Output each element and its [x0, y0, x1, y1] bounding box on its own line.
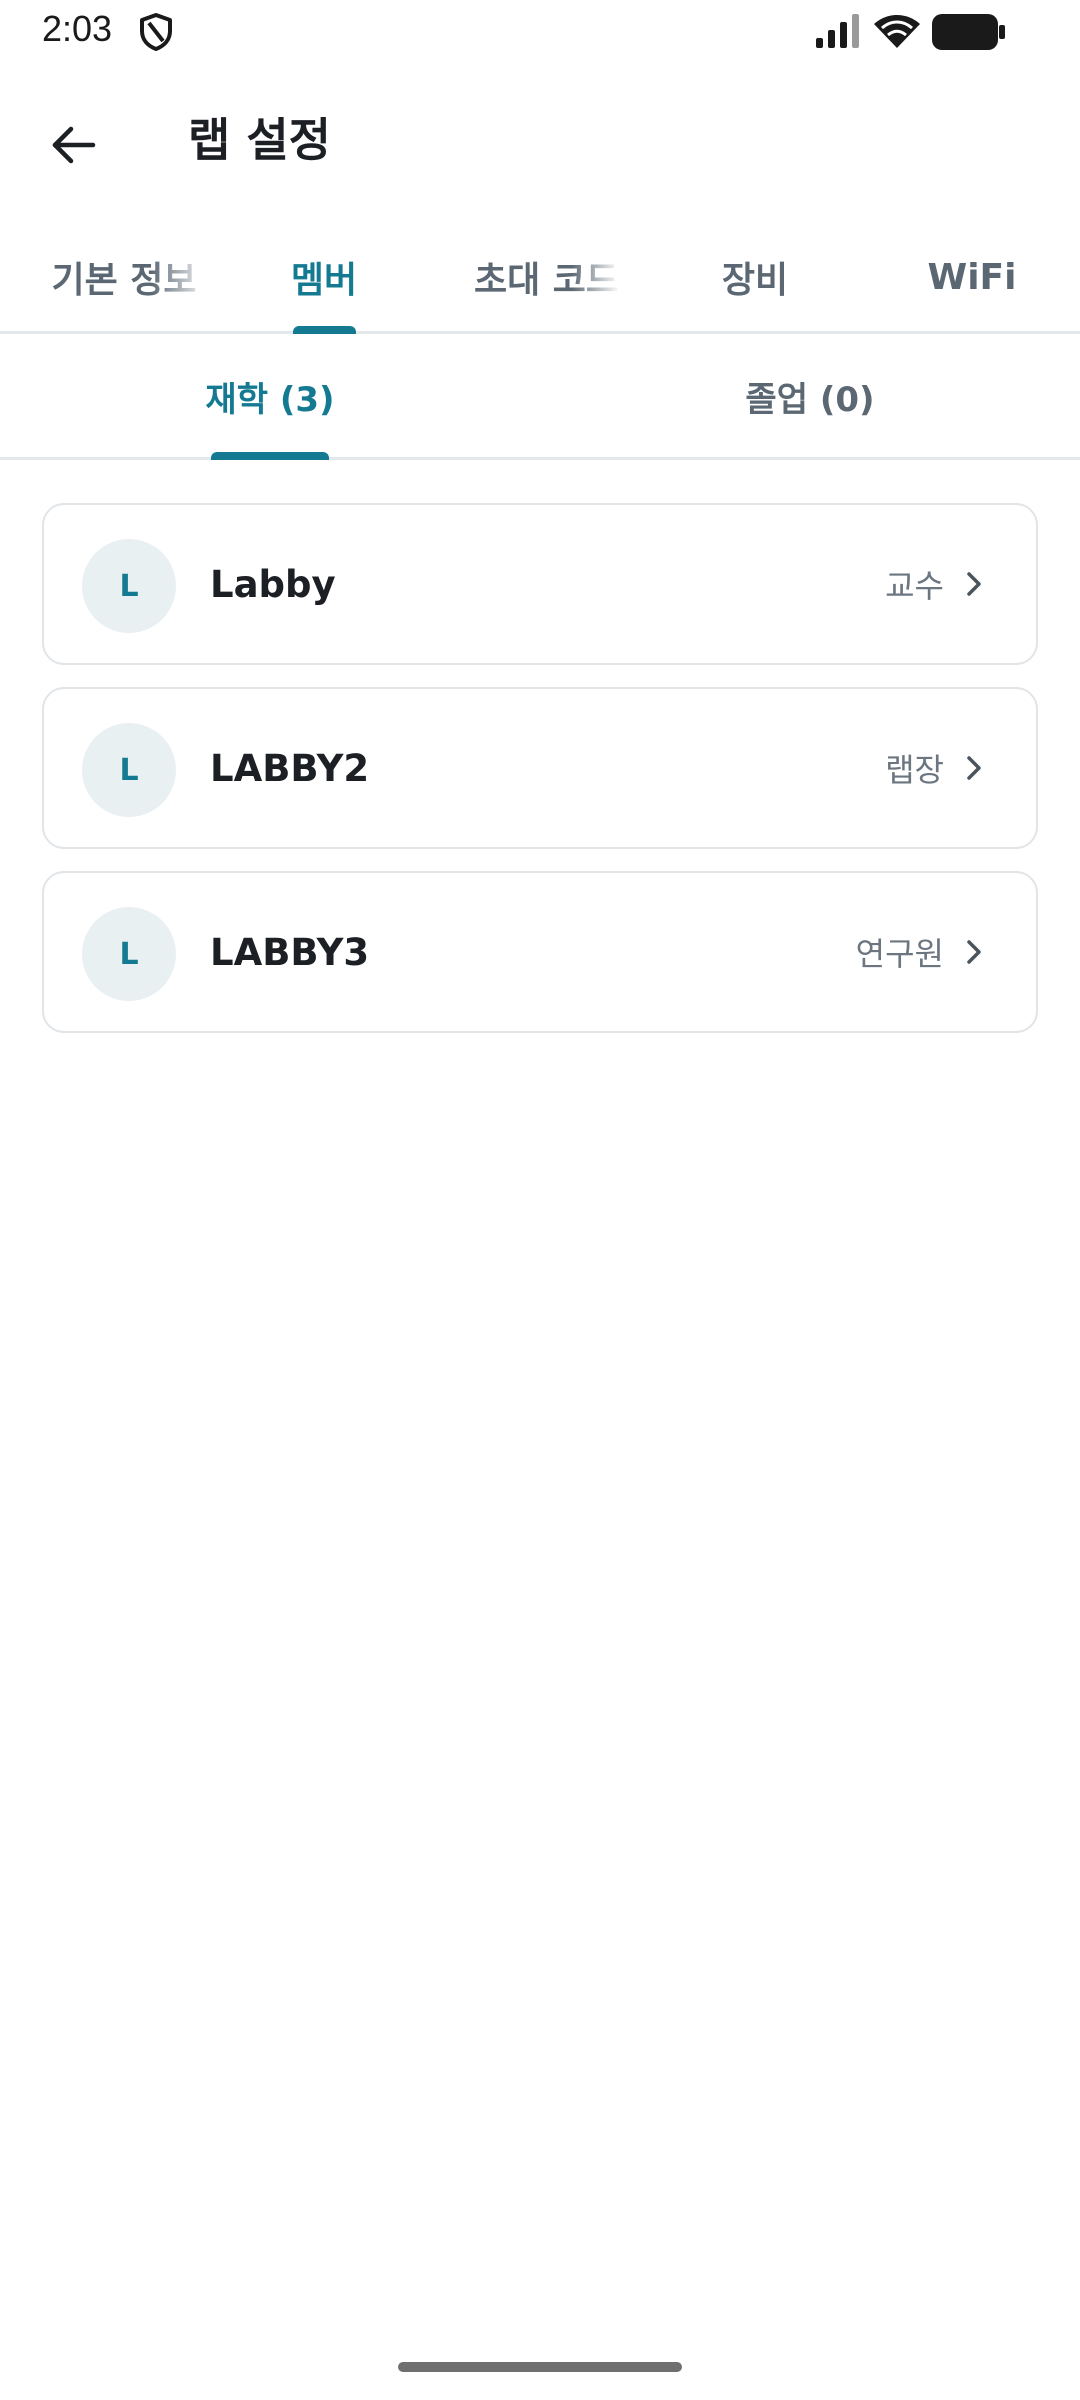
active-tab-indicator	[293, 326, 356, 334]
status-time: 2:03	[42, 8, 113, 49]
chevron-right-icon	[967, 756, 981, 780]
tab-invite-code[interactable]: 초대 코드	[446, 222, 620, 332]
member-card[interactable]: L LABBY2 랩장	[42, 687, 1038, 849]
member-card[interactable]: L LABBY3 연구원	[42, 871, 1038, 1033]
member-role: 교수	[885, 567, 944, 605]
tab-graduated[interactable]: 졸업 (0)	[540, 334, 1080, 458]
tab-label: WiFi	[927, 256, 1017, 298]
shield-icon	[140, 13, 172, 51]
tab-label: 기본 정보	[51, 260, 197, 301]
app-bar: 랩 설정	[0, 80, 1080, 190]
page-title: 랩 설정	[188, 113, 331, 167]
member-name: LABBY3	[210, 930, 370, 974]
tab-label: 장비	[721, 260, 789, 301]
avatar: L	[82, 723, 176, 817]
tab-members[interactable]: 멤버	[256, 222, 392, 332]
member-role: 랩장	[885, 751, 944, 789]
member-name: LABBY2	[210, 746, 370, 790]
avatar: L	[82, 539, 176, 633]
active-subtab-indicator	[211, 452, 329, 460]
signal-icon	[816, 14, 859, 48]
tab-label: 재학 (3)	[205, 379, 335, 420]
wifi-icon	[874, 15, 920, 48]
tab-label: 졸업 (0)	[745, 379, 875, 420]
tab-enrolled[interactable]: 재학 (3)	[0, 334, 540, 458]
sub-tab-bar: 재학 (3) 졸업 (0)	[0, 334, 1080, 460]
avatar: L	[82, 907, 176, 1001]
lab-settings-screen: 2:03 랩 설정 기본 정보 멤버 초대 코드 장비 WiFi 재학 (3) …	[0, 0, 1080, 2400]
chevron-right-icon	[967, 940, 981, 964]
tab-basic-info[interactable]: 기본 정보	[0, 222, 210, 332]
member-list: L Labby 교수 L LABBY2 랩장 L LABBY3 연구원	[42, 503, 1038, 1055]
tab-label: 멤버	[290, 260, 358, 301]
battery-icon	[932, 14, 1005, 50]
tab-label: 초대 코드	[474, 260, 620, 301]
member-card[interactable]: L Labby 교수	[42, 503, 1038, 665]
status-bar: 2:03	[0, 0, 1080, 64]
top-tab-bar: 기본 정보 멤버 초대 코드 장비 WiFi	[0, 222, 1080, 334]
member-role: 연구원	[855, 935, 944, 973]
tab-equipment[interactable]: 장비	[680, 222, 830, 332]
member-name: Labby	[210, 562, 336, 606]
arrow-left-icon	[52, 126, 96, 164]
tab-wifi[interactable]: WiFi	[900, 222, 1044, 332]
back-button[interactable]	[30, 102, 116, 188]
chevron-right-icon	[967, 572, 981, 596]
home-indicator[interactable]	[398, 2362, 682, 2372]
